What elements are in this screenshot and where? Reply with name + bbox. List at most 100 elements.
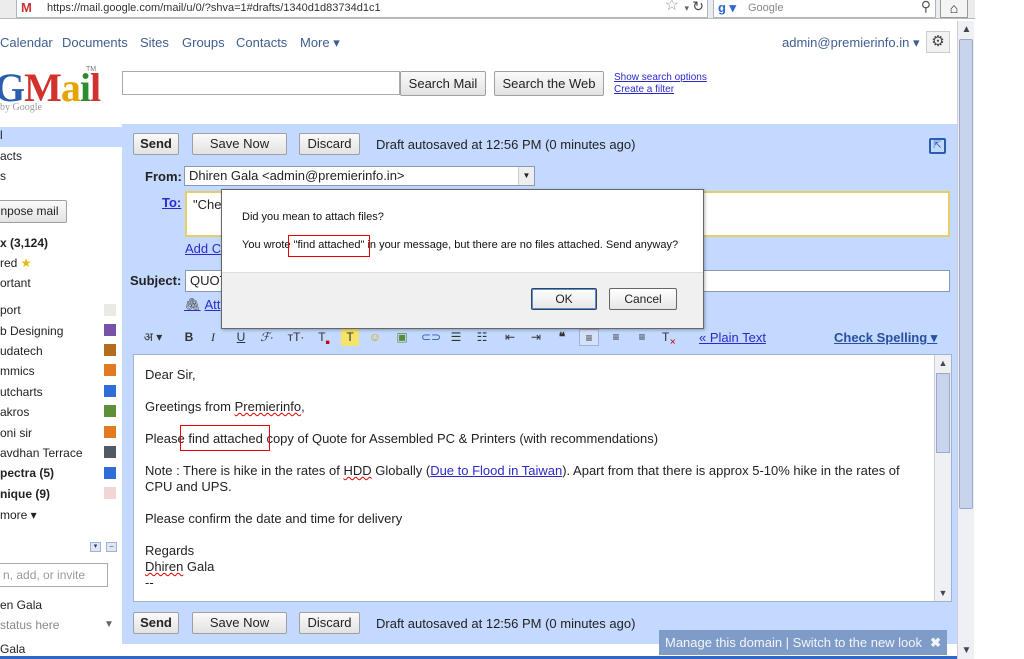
chat-search-input[interactable]: n, add, or invite xyxy=(0,563,108,587)
sidebar-item-mail[interactable]: l xyxy=(0,128,3,142)
mail-search-input[interactable] xyxy=(122,71,400,95)
sidebar-item-tasks[interactable]: s xyxy=(0,169,6,183)
ok-button[interactable]: OK xyxy=(531,288,597,310)
message-body[interactable]: Dear Sir, Greetings from Premierinfo, Pl… xyxy=(145,367,925,591)
flood-link[interactable]: Due to Flood in Taiwan xyxy=(430,463,562,478)
indent-icon[interactable]: ⇥ xyxy=(527,329,545,346)
label-utcharts[interactable]: utcharts xyxy=(0,385,43,399)
collapse-icon[interactable]: – xyxy=(106,542,117,552)
label-akros[interactable]: akros xyxy=(0,405,29,419)
label-color-chip[interactable] xyxy=(104,487,116,499)
text-color-icon[interactable]: T■ xyxy=(315,329,333,346)
font-size-icon[interactable]: ᴛT· xyxy=(285,329,307,346)
align-left-icon[interactable]: ≡ xyxy=(579,329,599,346)
send-button-bottom[interactable]: Send xyxy=(133,612,179,634)
label-color-chip[interactable] xyxy=(104,304,116,316)
underline-icon[interactable]: U xyxy=(233,329,249,346)
google-engine-icon[interactable]: g ▾ xyxy=(718,0,736,16)
from-select[interactable]: Dhiren Gala <admin@premierinfo.in> ▼ xyxy=(184,166,535,186)
sidebar-item-contacts[interactable]: acts xyxy=(0,149,22,163)
labels-more-link[interactable]: more ▾ xyxy=(0,508,37,522)
scroll-up-icon[interactable]: ▲ xyxy=(935,355,951,371)
emoticon-icon[interactable]: ☺ xyxy=(367,329,383,346)
cancel-button[interactable]: Cancel xyxy=(609,288,677,310)
browser-search-box[interactable]: g ▾ Google ⚲ xyxy=(713,0,936,18)
label-avdhan-terrace[interactable]: avdhan Terrace xyxy=(0,446,83,460)
insert-image-icon[interactable]: ▣ xyxy=(393,329,411,346)
remove-formatting-icon[interactable]: T✕ xyxy=(659,329,679,346)
label-color-chip[interactable] xyxy=(104,446,116,458)
bulleted-list-icon[interactable]: ☷ xyxy=(473,329,491,346)
chat-contact[interactable]: Gala xyxy=(0,642,25,656)
address-bar[interactable]: M https://mail.google.com/mail/u/0/?shva… xyxy=(16,0,708,18)
show-search-options-link[interactable]: Show search options xyxy=(614,72,707,84)
discard-button[interactable]: Discard xyxy=(299,133,360,155)
popout-icon[interactable]: ⇱ xyxy=(929,138,946,154)
nav-more[interactable]: More ▾ xyxy=(300,35,340,51)
align-right-icon[interactable]: ≡ xyxy=(633,329,651,346)
save-now-button-bottom[interactable]: Save Now xyxy=(192,612,287,634)
label-udatech[interactable]: udatech xyxy=(0,344,43,358)
gear-icon[interactable]: ⚙ xyxy=(926,31,950,53)
chat-options-icon[interactable]: ▾ xyxy=(90,542,101,552)
quote-icon[interactable]: ❝ xyxy=(553,329,571,346)
label-color-chip[interactable] xyxy=(104,467,116,479)
window-scroll-thumb[interactable] xyxy=(959,39,973,509)
align-center-icon[interactable]: ≡ xyxy=(607,329,625,346)
misspelled-word[interactable]: HDD xyxy=(343,463,371,478)
misspelled-word[interactable]: Premierinfo xyxy=(235,399,301,414)
attach-file-link[interactable]: 🖇 Att xyxy=(184,297,220,313)
check-spelling-link[interactable]: Check Spelling ▾ xyxy=(834,330,937,346)
account-menu[interactable]: admin@premierinfo.in ▾ xyxy=(782,35,920,51)
nav-sites[interactable]: Sites xyxy=(140,35,169,50)
message-body-editor[interactable]: Dear Sir, Greetings from Premierinfo, Pl… xyxy=(133,354,952,602)
scroll-down-icon[interactable]: ▼ xyxy=(935,585,951,601)
history-dropdown-icon[interactable]: ▾ xyxy=(684,0,689,16)
nav-documents[interactable]: Documents xyxy=(62,35,128,50)
label-color-chip[interactable] xyxy=(104,324,116,336)
discard-button-bottom[interactable]: Discard xyxy=(299,612,360,634)
label-spectra[interactable]: pectra (5) xyxy=(0,466,54,480)
send-button[interactable]: Send xyxy=(133,133,179,155)
label-support[interactable]: port xyxy=(0,303,21,317)
label-web-designing[interactable]: b Designing xyxy=(0,324,63,338)
link-icon[interactable]: ⊂⊃ xyxy=(421,329,441,346)
bookmark-star-icon[interactable]: ☆ xyxy=(665,0,679,14)
nav-calendar[interactable]: Calendar xyxy=(0,35,53,50)
save-now-button[interactable]: Save Now xyxy=(192,133,287,155)
label-unique[interactable]: nique (9) xyxy=(0,487,50,501)
label-color-chip[interactable] xyxy=(104,385,116,397)
compose-mail-button[interactable]: npose mail xyxy=(0,200,67,223)
manage-domain-bar[interactable]: Manage this domain | Switch to the new l… xyxy=(659,630,947,655)
outdent-icon[interactable]: ⇤ xyxy=(501,329,519,346)
chevron-down-icon[interactable]: ▼ xyxy=(518,167,534,185)
home-icon[interactable]: ⌂ xyxy=(940,0,968,18)
label-color-chip[interactable] xyxy=(104,364,116,376)
nav-contacts[interactable]: Contacts xyxy=(236,35,287,50)
bold-icon[interactable]: B xyxy=(181,329,197,346)
status-dropdown-icon[interactable]: ▼ xyxy=(104,619,114,630)
chat-contact[interactable]: en Gala xyxy=(0,598,42,612)
window-scrollbar[interactable]: ▲ ▼ xyxy=(957,21,974,659)
sidebar-item-inbox[interactable]: x (3,124) xyxy=(0,236,48,250)
nav-groups[interactable]: Groups xyxy=(182,35,225,50)
scroll-up-icon[interactable]: ▲ xyxy=(958,21,975,38)
highlight-color-icon[interactable]: T xyxy=(341,329,359,346)
create-filter-link[interactable]: Create a filter xyxy=(614,84,707,96)
input-tools-icon[interactable]: अ ▾ xyxy=(139,329,167,346)
plain-text-link[interactable]: « Plain Text xyxy=(699,330,766,345)
label-mmics[interactable]: mmics xyxy=(0,364,35,378)
gmail-logo[interactable]: GMail TM by Google xyxy=(0,60,101,120)
label-oni-sir[interactable]: oni sir xyxy=(0,426,32,440)
sidebar-item-starred[interactable]: red ★ xyxy=(0,256,31,270)
search-mail-button[interactable]: Search Mail xyxy=(400,71,486,96)
sidebar-item-important[interactable]: ortant xyxy=(0,276,31,290)
numbered-list-icon[interactable]: ☰ xyxy=(447,329,465,346)
scroll-thumb[interactable] xyxy=(936,373,950,453)
body-scrollbar[interactable]: ▲ ▼ xyxy=(934,355,951,601)
add-cc-link[interactable]: Add C xyxy=(185,241,221,256)
reload-icon[interactable]: ↻ xyxy=(692,0,704,14)
close-icon[interactable]: ✖ xyxy=(930,630,941,655)
font-icon[interactable]: ℱ· xyxy=(257,329,277,346)
to-label-link[interactable]: To: xyxy=(162,195,181,210)
